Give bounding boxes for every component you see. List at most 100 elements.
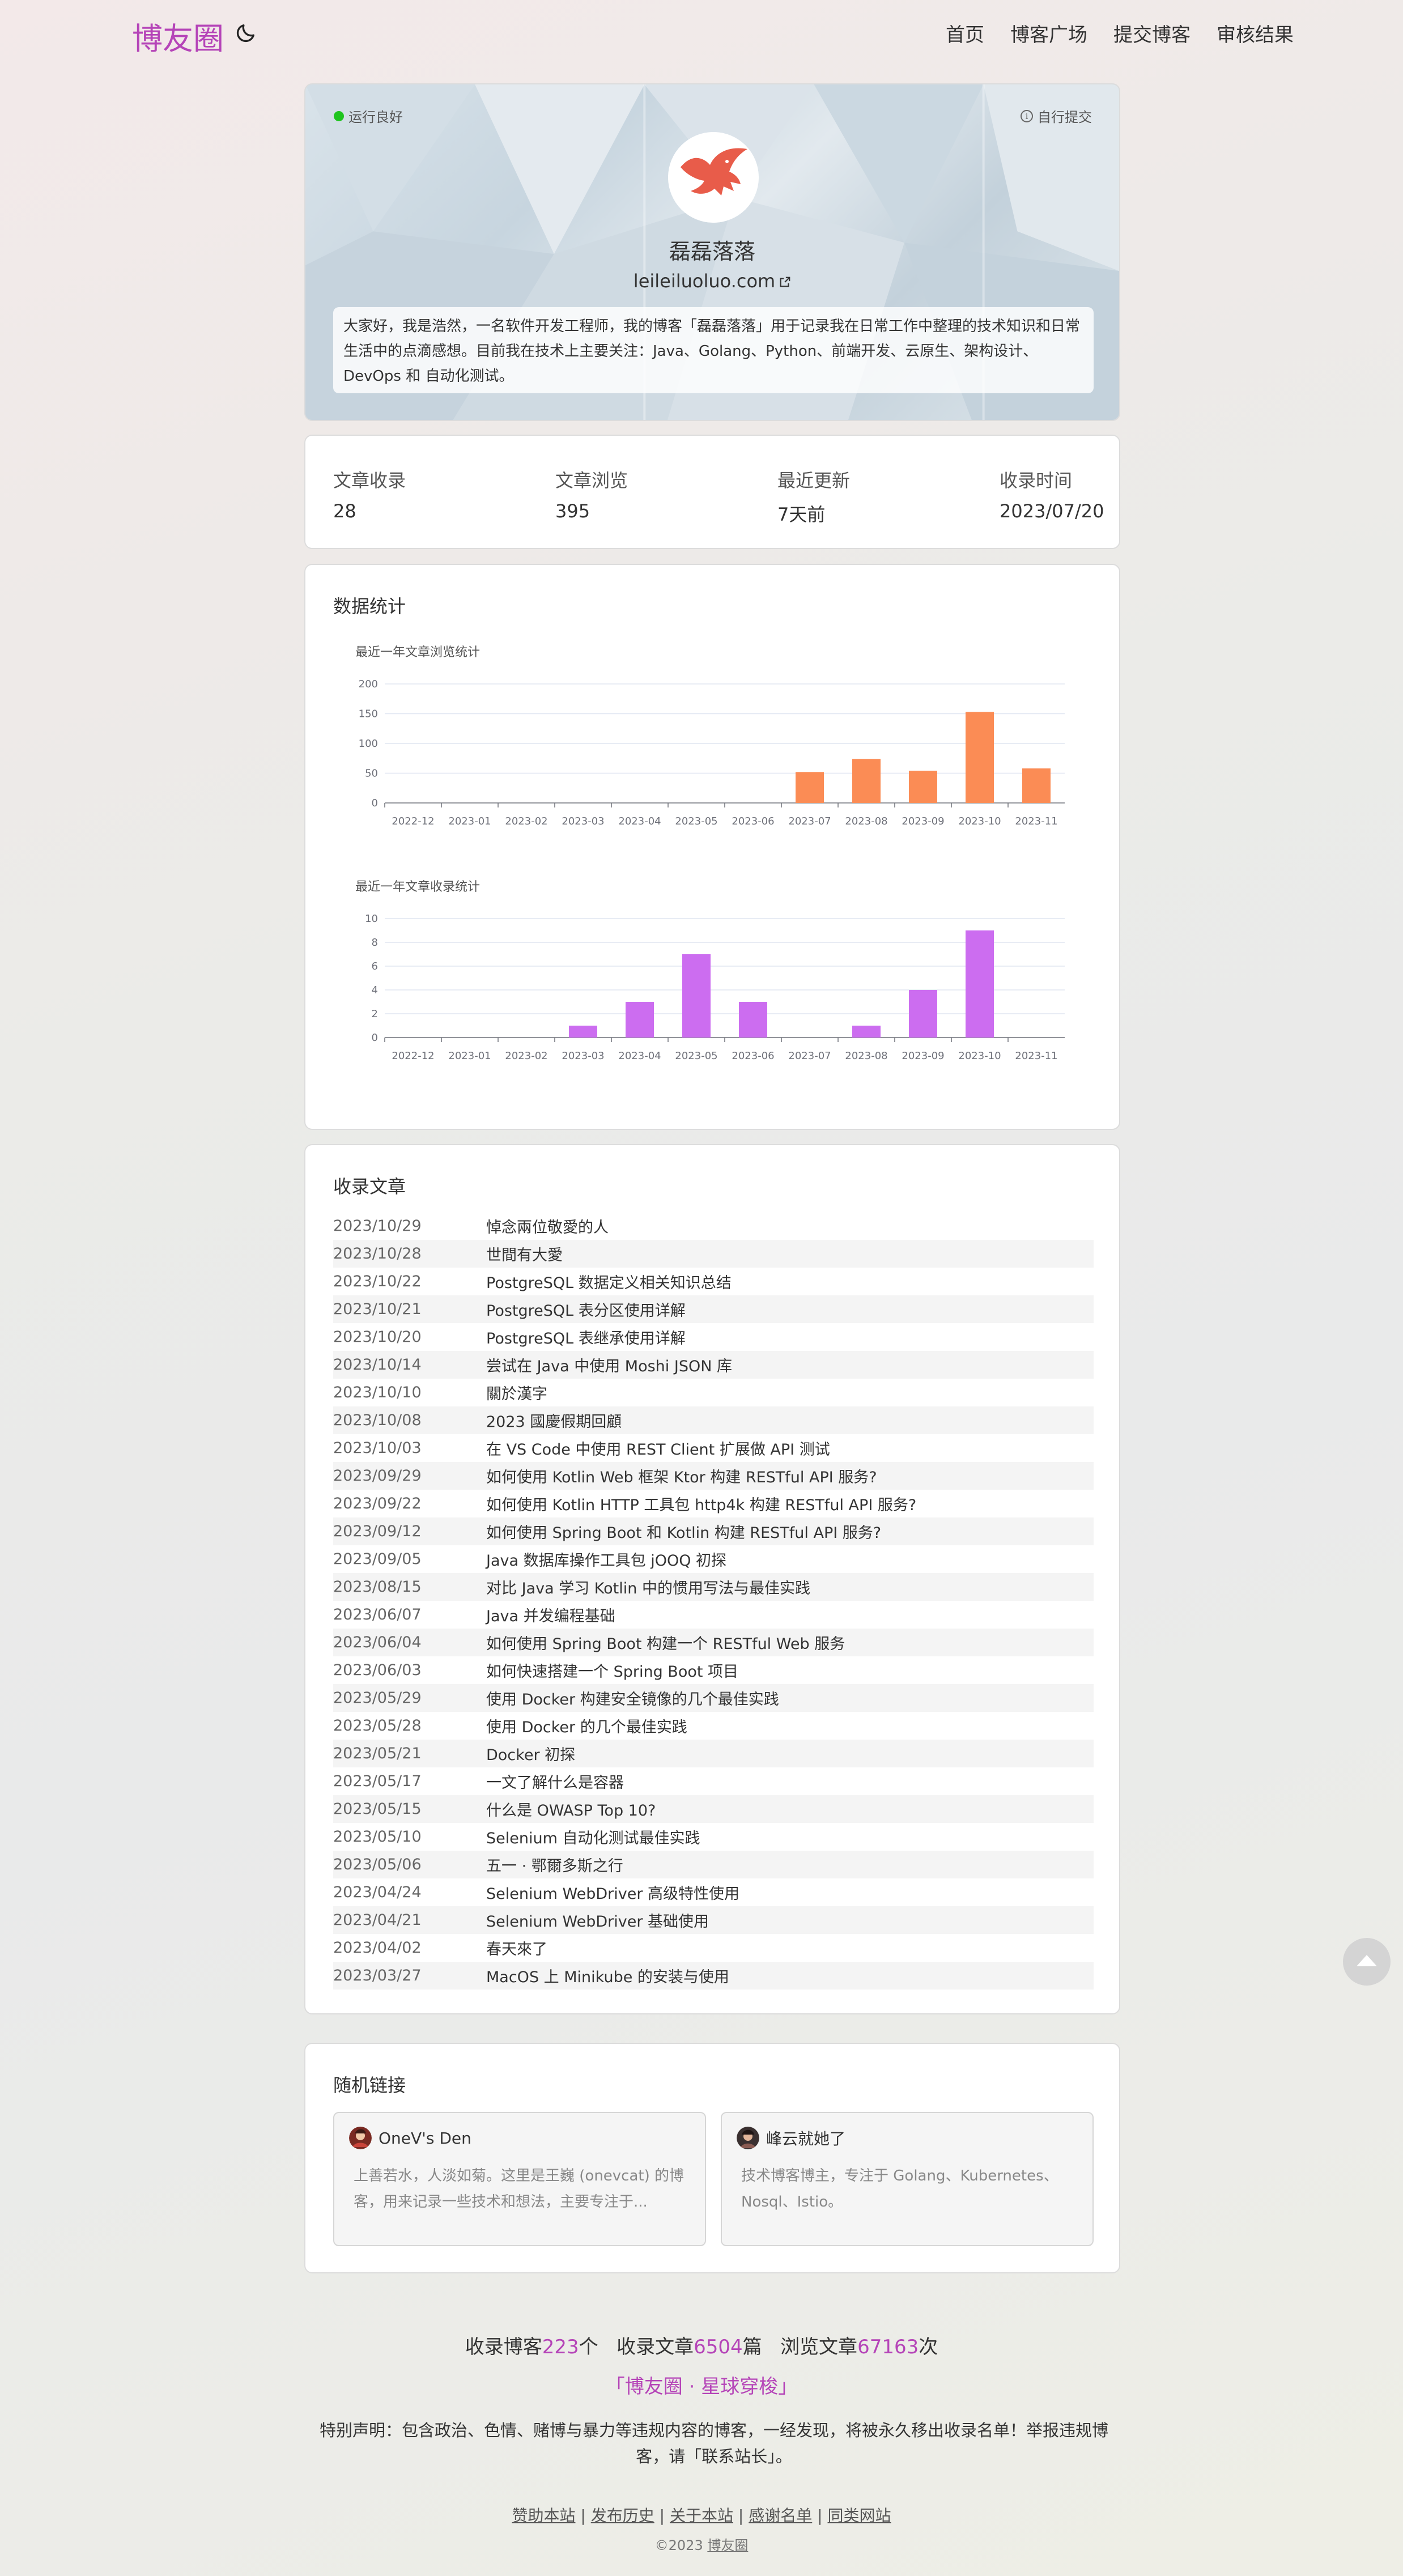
article-title-link[interactable]: Docker 初探	[486, 1742, 575, 1765]
nav-link-submit-blog[interactable]: 提交博客	[1113, 19, 1191, 47]
article-title-link[interactable]: 如何使用 Spring Boot 和 Kotlin 构建 RESTful API…	[486, 1520, 881, 1542]
article-title-link[interactable]: 使用 Docker 构建安全镜像的几个最佳实践	[486, 1687, 779, 1709]
blog-url-link[interactable]: leileiluoluo.com	[305, 270, 1119, 292]
article-row[interactable]: 2023/05/10 Selenium 自动化测试最佳实践	[333, 1823, 1094, 1851]
article-row[interactable]: 2023/09/05 Java 数据库操作工具包 jOOQ 初探	[333, 1545, 1094, 1573]
article-title-link[interactable]: 使用 Docker 的几个最佳实践	[486, 1715, 687, 1737]
article-title-link[interactable]: 尝试在 Java 中使用 Moshi JSON 库	[486, 1354, 732, 1376]
article-row[interactable]: 2023/10/21 PostgreSQL 表分区使用详解	[333, 1295, 1094, 1323]
x-tick-label: 2023-02	[505, 815, 547, 827]
views-bar-chart: 0 50 100 150 200 2022-12 2023-01 2023-02 2023-03…	[359, 678, 1065, 827]
article-title-link[interactable]: 2023 國慶假期回顧	[486, 1409, 622, 1431]
blog-url-text[interactable]: leileiluoluo.com	[634, 270, 775, 292]
site-logo[interactable]: 博友圈	[132, 14, 224, 58]
article-row[interactable]: 2023/10/10 關於漢字	[333, 1379, 1094, 1406]
nav-link-review-results[interactable]: 审核结果	[1217, 19, 1294, 47]
article-row[interactable]: 2023/09/29 如何使用 Kotlin Web 框架 Ktor 构建 RES…	[333, 1462, 1094, 1490]
dark-mode-moon-icon[interactable]	[235, 22, 257, 44]
article-title-link[interactable]: PostgreSQL 表分区使用详解	[486, 1298, 686, 1320]
article-title-link[interactable]: MacOS 上 Minikube 的安装与使用	[486, 1965, 729, 1987]
footer-link-similar-sites[interactable]: 同类网站	[828, 2506, 891, 2525]
footer-link-about[interactable]: 关于本站	[670, 2506, 733, 2525]
article-title-link[interactable]: 如何快速搭建一个 Spring Boot 项目	[486, 1659, 738, 1681]
article-row[interactable]: 2023/09/12 如何使用 Spring Boot 和 Kotlin 构建 R…	[333, 1517, 1094, 1545]
article-date: 2023/04/24	[333, 1884, 422, 1901]
article-title-link[interactable]: 如何使用 Kotlin HTTP 工具包 http4k 构建 RESTful A…	[486, 1493, 916, 1515]
article-row[interactable]: 2023/10/08 2023 國慶假期回顧	[333, 1406, 1094, 1434]
nav-link-blog-square[interactable]: 博客广场	[1010, 19, 1087, 47]
article-row[interactable]: 2023/04/02 春天來了	[333, 1934, 1094, 1962]
random-link-card[interactable]: OneV's Den 上善若水，人淡如菊。这里是王巍 (onevcat) 的博客…	[333, 2112, 706, 2246]
x-tick-label: 2023-09	[902, 815, 944, 827]
footer-link-release-history[interactable]: 发布历史	[591, 2506, 654, 2525]
article-title-link[interactable]: 一文了解什么是容器	[486, 1770, 624, 1792]
article-row[interactable]: 2023/04/21 Selenium WebDriver 基础使用	[333, 1906, 1094, 1934]
article-title-link[interactable]: Java 数据库操作工具包 jOOQ 初探	[486, 1548, 726, 1570]
article-date: 2023/05/29	[333, 1689, 422, 1707]
article-date: 2023/04/02	[333, 1939, 422, 1957]
article-title-link[interactable]: Selenium 自动化测试最佳实践	[486, 1826, 700, 1848]
article-title-link[interactable]: 五一 · 鄂爾多斯之行	[486, 1854, 623, 1876]
article-row[interactable]: 2023/10/14 尝试在 Java 中使用 Moshi JSON 库	[333, 1351, 1094, 1379]
blog-profile-card: 运行良好 i 自行提交 磊磊落落 leileiluoluo.com 大家好，我是…	[304, 83, 1120, 421]
link-header[interactable]: 峰云就她了	[737, 2127, 845, 2149]
blogs-unit: 个	[579, 2336, 598, 2358]
footer-link-thanks[interactable]: 感谢名单	[749, 2506, 812, 2525]
special-notice: 特别声明：包含政治、色情、赌博与暴力等违规内容的博客，一经发现，将被永久移出收录…	[319, 2421, 1108, 2466]
article-row[interactable]: 2023/10/22 PostgreSQL 数据定义相关知识总结	[333, 1268, 1094, 1295]
article-row[interactable]: 2023/10/03 在 VS Code 中使用 REST Client 扩展做 …	[333, 1434, 1094, 1462]
back-to-top-button[interactable]	[1343, 1938, 1391, 1986]
article-row[interactable]: 2023/05/21 Docker 初探	[333, 1740, 1094, 1767]
copyright-site-link[interactable]: 博友圈	[707, 2537, 748, 2553]
article-row[interactable]: 2023/05/29 使用 Docker 构建安全镜像的几个最佳实践	[333, 1684, 1094, 1712]
article-row[interactable]: 2023/04/24 Selenium WebDriver 高级特性使用	[333, 1878, 1094, 1906]
article-title-link[interactable]: 什么是 OWASP Top 10?	[486, 1798, 656, 1820]
article-row[interactable]: 2023/09/22 如何使用 Kotlin HTTP 工具包 http4k 构建…	[333, 1490, 1094, 1517]
article-title-link[interactable]: Java 并发编程基础	[486, 1604, 615, 1626]
article-title-link[interactable]: 如何使用 Kotlin Web 框架 Ktor 构建 RESTful API 服…	[486, 1465, 877, 1487]
article-row[interactable]: 2023/08/15 对比 Java 学习 Kotlin 中的惯用写法与最佳实践	[333, 1573, 1094, 1601]
article-date: 2023/10/08	[333, 1412, 422, 1429]
link-name[interactable]: OneV's Den	[379, 2129, 471, 2148]
article-date: 2023/06/07	[333, 1606, 422, 1623]
article-title-link[interactable]: Selenium WebDriver 基础使用	[486, 1909, 709, 1931]
article-title-link[interactable]: 關於漢字	[486, 1381, 547, 1404]
article-title-link[interactable]: PostgreSQL 数据定义相关知识总结	[486, 1270, 732, 1293]
x-tick-label: 2023-10	[958, 1050, 1001, 1062]
article-row[interactable]: 2023/10/29 悼念兩位敬愛的人	[333, 1212, 1094, 1240]
footer-link-sponsor[interactable]: 赞助本站	[512, 2506, 575, 2525]
article-title-link[interactable]: 春天來了	[486, 1937, 547, 1959]
random-link-card[interactable]: 峰云就她了 技术博客博主，专注于 Golang、Kubernetes、Nosql…	[721, 2112, 1094, 2246]
external-link-icon[interactable]	[779, 276, 791, 288]
blogs-count: 223	[542, 2336, 579, 2358]
bar	[1022, 768, 1051, 803]
link-description: 技术博客博主，专注于 Golang、Kubernetes、Nosql、Istio…	[741, 2167, 1058, 2211]
article-title-link[interactable]: 对比 Java 学习 Kotlin 中的惯用写法与最佳实践	[486, 1576, 810, 1598]
article-row[interactable]: 2023/05/06 五一 · 鄂爾多斯之行	[333, 1851, 1094, 1878]
views-unit: 次	[919, 2336, 938, 2358]
article-row[interactable]: 2023/10/28 世間有大愛	[333, 1240, 1094, 1268]
nav-link-home[interactable]: 首页	[946, 19, 984, 47]
bar	[966, 930, 994, 1038]
footer-separator: |	[659, 2506, 665, 2525]
article-row[interactable]: 2023/05/28 使用 Docker 的几个最佳实践	[333, 1712, 1094, 1740]
article-row[interactable]: 2023/06/03 如何快速搭建一个 Spring Boot 项目	[333, 1656, 1094, 1684]
article-title-link[interactable]: 世間有大愛	[486, 1243, 563, 1265]
random-links-card: 随机链接 OneV's Den 上善若水，人淡如菊。这里是王巍 (onevcat…	[304, 2043, 1120, 2273]
article-title-link[interactable]: PostgreSQL 表继承使用详解	[486, 1326, 686, 1348]
article-row[interactable]: 2023/05/15 什么是 OWASP Top 10?	[333, 1795, 1094, 1823]
x-tick-label: 2023-05	[675, 815, 717, 827]
article-row[interactable]: 2023/06/07 Java 并发编程基础	[333, 1601, 1094, 1629]
link-name[interactable]: 峰云就她了	[766, 2127, 845, 2149]
article-title-link[interactable]: 悼念兩位敬愛的人	[486, 1215, 609, 1237]
article-title-link[interactable]: Selenium WebDriver 高级特性使用	[486, 1881, 739, 1903]
link-header[interactable]: OneV's Den	[349, 2127, 471, 2149]
article-row[interactable]: 2023/10/20 PostgreSQL 表继承使用详解	[333, 1323, 1094, 1351]
chart-title-views: 最近一年文章浏览统计	[355, 645, 481, 660]
article-title-link[interactable]: 在 VS Code 中使用 REST Client 扩展做 API 测试	[486, 1437, 830, 1459]
article-row[interactable]: 2023/06/04 如何使用 Spring Boot 构建一个 RESTful …	[333, 1629, 1094, 1656]
article-row[interactable]: 2023/05/17 一文了解什么是容器	[333, 1767, 1094, 1795]
x-tick-label: 2023-08	[845, 1050, 887, 1062]
article-title-link[interactable]: 如何使用 Spring Boot 构建一个 RESTful Web 服务	[486, 1631, 845, 1653]
article-row[interactable]: 2023/03/27 MacOS 上 Minikube 的安装与使用	[333, 1962, 1094, 1990]
